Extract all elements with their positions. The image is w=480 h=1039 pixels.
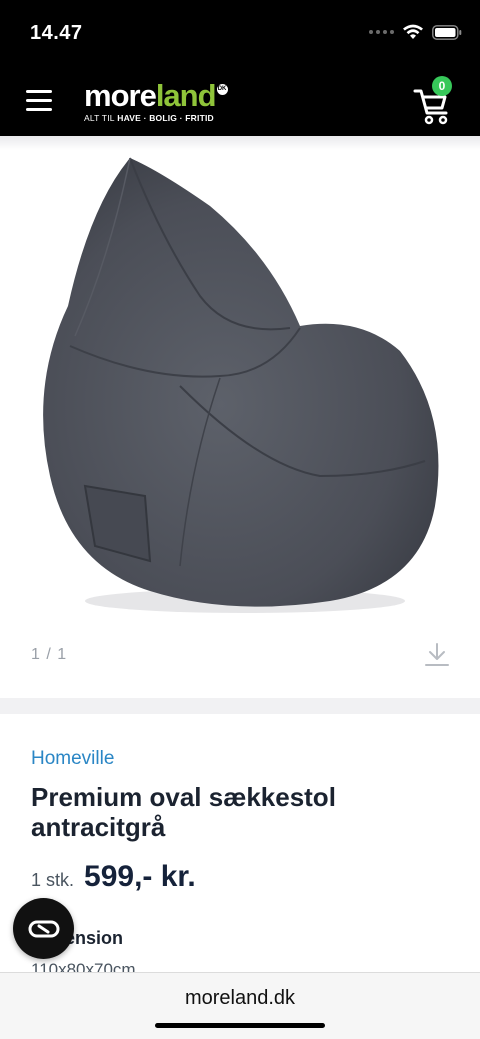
url-text[interactable]: moreland.dk: [0, 987, 480, 1010]
floating-chat-button[interactable]: [13, 898, 74, 959]
product-gallery[interactable]: 1 / 1: [0, 136, 480, 698]
download-button[interactable]: [423, 641, 451, 669]
price-row: 1 stk. 599,- kr.: [31, 860, 196, 894]
battery-icon: [432, 24, 462, 40]
product-title: Premium oval sækkestol antracitgrå: [31, 782, 336, 842]
cart-count-badge: 0: [432, 76, 452, 96]
header-shadow: [0, 136, 480, 150]
section-divider: [0, 698, 480, 714]
price-value: 599,- kr.: [84, 860, 196, 893]
cart-button[interactable]: 0: [412, 76, 458, 128]
price-unit: 1 stk.: [31, 870, 75, 890]
signal-icon: [369, 30, 394, 34]
status-icons: [369, 24, 462, 40]
status-time: 14.47: [30, 22, 83, 44]
logo-tagline: ALT TIL HAVE · BOLIG · FRITID: [84, 113, 214, 123]
status-bar: 14.47: [0, 0, 480, 70]
gallery-counter: 1 / 1: [31, 646, 68, 663]
wifi-icon: [403, 24, 423, 39]
chat-bubble-icon: [28, 920, 59, 937]
logo-dk-mark: DK: [216, 84, 228, 95]
brand-link[interactable]: Homeville: [31, 748, 114, 770]
hamburger-icon: [26, 90, 52, 93]
product-image[interactable]: [30, 146, 450, 616]
browser-url-bar: moreland.dk: [0, 972, 480, 1039]
download-icon: [425, 643, 449, 666]
spec-value: 110x80x70cm: [31, 960, 136, 972]
site-logo[interactable]: moreland DK ALT TIL HAVE · BOLIG · FRITID: [84, 80, 234, 124]
menu-button[interactable]: [26, 90, 54, 112]
logo-wordmark: moreland DK: [84, 78, 228, 113]
home-indicator[interactable]: [155, 1023, 325, 1028]
site-header: moreland DK ALT TIL HAVE · BOLIG · FRITID…: [0, 70, 480, 136]
